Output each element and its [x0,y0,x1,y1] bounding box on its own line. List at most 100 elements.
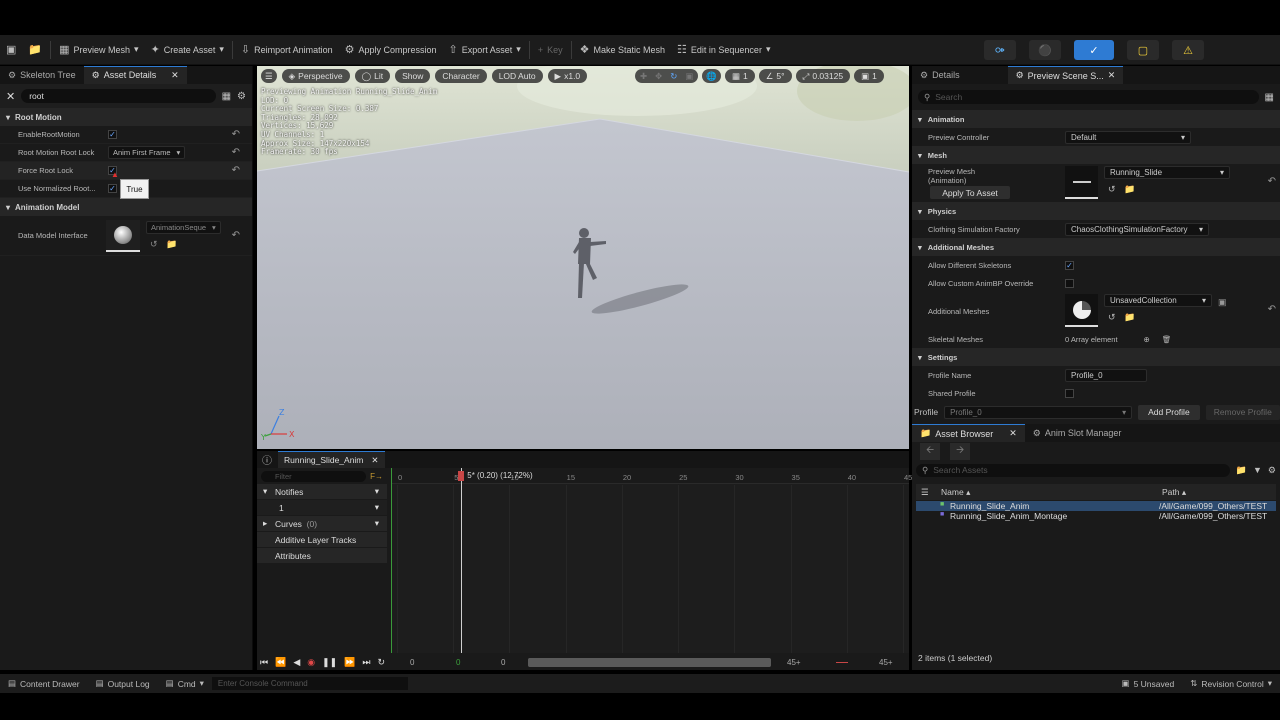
content-drawer-button[interactable]: ▤ Content Drawer [0,678,88,689]
camera-speed-button[interactable]: ▣ 1 [854,69,884,83]
track-notify-1[interactable]: 1 ▾ [257,500,387,516]
key-button[interactable]: + Key [532,39,569,61]
perspective-button[interactable]: ◈ Perspective [281,69,350,83]
show-button[interactable]: Show [395,69,431,83]
asset-thumbnail[interactable] [106,220,140,252]
cmd-dropdown[interactable]: ▤ Cmd ▾ [158,678,212,689]
make-static-mesh-button[interactable]: ❖ Make Static Mesh [574,39,671,61]
browse-folder-icon[interactable]: 📁 [1124,184,1135,195]
unsaved-button[interactable]: ▣ 5 Unsaved [1114,678,1183,689]
filter-icon[interactable]: ▼ [1253,465,1262,475]
folder-icon[interactable]: 📁 [1236,465,1247,476]
pause-icon[interactable]: ❚❚ [322,657,337,668]
table-row[interactable]: ■ Running_Slide_Anim_Montage /All/Game/0… [916,511,1276,521]
skip-to-start-icon[interactable]: ⏮ [260,657,268,668]
grid-view-icon[interactable]: ▦ [1265,92,1274,103]
collection-thumbnail[interactable] [1065,294,1098,327]
grid-snap-button[interactable]: ▦ 1 [725,69,755,83]
grid-view-icon[interactable]: ▦ [222,91,231,102]
root-lock-dropdown[interactable]: Anim First Frame ▾ [108,146,186,159]
tab-running-slide-anim[interactable]: Running_Slide_Anim ✕ [278,451,385,468]
view-range-end[interactable]: 45+ [787,658,801,667]
enable-root-motion-checkbox[interactable]: ✓ [108,130,117,139]
skip-to-end-icon[interactable]: ⏭ [362,657,370,668]
details-search-input[interactable]: ⚲ Search [918,90,1259,104]
back-arrow-icon[interactable]: 🡨 [920,442,941,460]
view-range-start[interactable]: 0 [501,658,505,667]
help-icon[interactable]: ⓘ [262,452,272,467]
export-asset-button[interactable]: ⇧ Export Asset ▾ [443,39,527,61]
use-selected-icon[interactable]: ↺ [150,239,158,250]
forward-arrow-icon[interactable]: 🡪 [950,442,971,460]
preview-mesh-button[interactable]: ▦ Preview Mesh ▾ [53,39,144,61]
allow-different-skeletons-checkbox[interactable]: ✓ [1065,260,1074,270]
browse-folder-icon[interactable]: 📁 [166,239,177,250]
close-icon[interactable]: ✕ [1009,428,1017,439]
tab-asset-browser[interactable]: 📁 Asset Browser ✕ [912,424,1025,442]
edit-in-sequencer-button[interactable]: ☷ Edit in Sequencer ▾ [671,39,776,61]
browse-button[interactable]: 📁 [22,39,48,61]
range-end[interactable]: 45+ [879,658,893,667]
reset-arrow-icon[interactable]: ↶ [232,230,240,241]
console-command-input[interactable]: Enter Console Command [211,677,408,690]
profile-name-input[interactable]: Profile_0 [1065,368,1147,382]
timeline-tracks-area[interactable]: 0 5 10 15 20 25 30 35 40 45 5* (0.20) (12.72%) [391,468,912,653]
additional-meshes-dropdown[interactable]: UnsavedCollection ▾ [1104,294,1212,307]
settings-gear-icon[interactable]: ⚙ [237,91,246,102]
shared-profile-checkbox[interactable] [1065,388,1074,398]
apply-to-asset-button[interactable]: Apply To Asset [930,186,1010,199]
reset-arrow-icon[interactable]: ↶ [232,165,240,176]
clothing-sim-dropdown[interactable]: ChaosClothingSimulationFactory ▾ [1065,222,1209,236]
scrollbar-thumb[interactable] [528,657,771,667]
loop-icon[interactable]: ↻ [378,657,386,668]
preview-controller-dropdown[interactable]: Default ▾ [1065,130,1191,144]
transform-tools[interactable]: ✚ ✥ ↻ ▣ [635,69,699,83]
play-rate-button[interactable]: ▶ x1.0 [547,69,588,83]
blueprint-mode-button[interactable]: ▢ [1127,40,1159,60]
track-filter-input[interactable]: Filter [261,470,367,482]
reimport-animation-button[interactable]: ⇩ Reimport Animation [235,39,339,61]
category-animation-model[interactable]: ▾ Animation Model [0,198,252,216]
lit-button[interactable]: ◯ Lit [354,69,391,83]
mesh-thumbnail[interactable] [1065,166,1098,199]
tab-skeleton-tree[interactable]: ⚙ Skeleton Tree [0,66,84,84]
playhead-handle[interactable] [458,471,465,481]
rotation-snap-button[interactable]: ∠ 5° [758,69,792,83]
track-menu-icon[interactable]: ▾ [375,518,379,529]
track-attributes[interactable]: Attributes [257,548,387,564]
add-profile-button[interactable]: Add Profile [1138,404,1200,420]
output-log-button[interactable]: ▤ Output Log [88,678,158,689]
profile-dropdown[interactable]: Profile_0 ▾ [944,405,1133,419]
mesh-mode-button[interactable]: ⚫ [1029,40,1061,60]
close-icon[interactable]: ✕ [171,70,179,81]
save-collection-icon[interactable]: ▣ [1218,297,1227,308]
settings-gear-icon[interactable]: ⚙ [1268,465,1276,476]
physics-mode-button[interactable]: ⚠ [1172,40,1204,60]
tab-asset-details[interactable]: ⚙ Asset Details ✕ [83,66,187,84]
play-range-start[interactable]: 0 [456,658,460,667]
animation-mode-button[interactable]: ✓ [1074,40,1114,60]
track-additive-layer[interactable]: Additive Layer Tracks [257,532,387,548]
tab-details[interactable]: ⚙ Details [912,66,968,84]
revision-control-button[interactable]: ⇅ Revision Control ▾ [1182,678,1280,689]
data-model-dropdown[interactable]: AnimationSeque ▾ [146,221,221,234]
allow-custom-animbp-checkbox[interactable] [1065,278,1074,288]
tab-anim-slot-manager[interactable]: ⚙ Anim Slot Manager [1025,424,1130,442]
preview-mesh-dropdown[interactable]: Running_Slide ▾ [1104,166,1230,179]
save-button[interactable]: ▣ [0,39,22,61]
track-menu-icon[interactable]: ▾ [375,486,379,497]
character-button[interactable]: Character [435,69,487,83]
use-selected-icon[interactable]: ↺ [1108,312,1116,323]
tab-preview-scene-settings[interactable]: ⚙ Preview Scene S... ✕ [1007,66,1124,84]
category-physics[interactable]: ▾ Physics [912,202,1280,220]
category-root-motion[interactable]: ▾ Root Motion [0,108,252,126]
skeleton-mode-button[interactable]: ⚩ [984,40,1016,60]
column-picker-icon[interactable]: ☰ [921,487,929,498]
path-column-header[interactable]: Path ▴ [1162,487,1186,498]
delete-icon[interactable]: 🗑 [1162,335,1172,344]
browse-folder-icon[interactable]: 📁 [1124,312,1135,323]
record-icon[interactable]: ◉ [307,657,315,668]
reset-arrow-icon[interactable]: ↶ [1268,176,1276,187]
clear-search-icon[interactable]: ✕ [6,90,15,103]
preview-viewport[interactable]: ☰ ◈ Perspective ◯ Lit Show Character LOD A… [257,66,909,449]
